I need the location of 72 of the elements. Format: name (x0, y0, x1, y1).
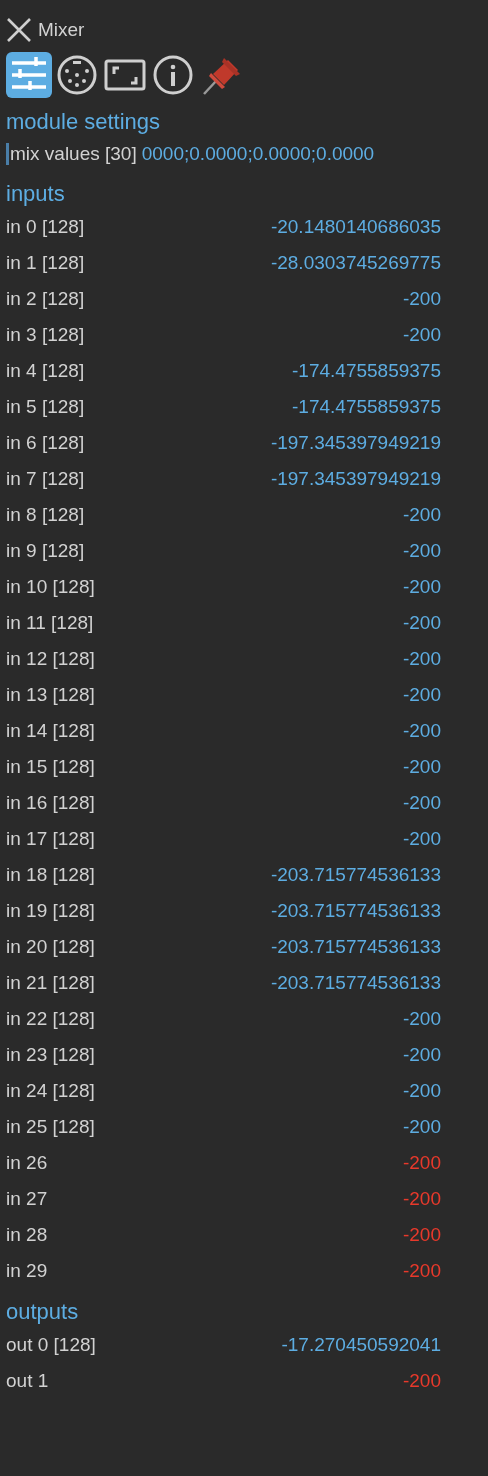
parameter-label: in 18 [128] (6, 864, 95, 886)
section-heading: outputs (6, 1298, 80, 1326)
sliders-icon[interactable] (6, 52, 52, 98)
parameter-label: in 27 (6, 1188, 48, 1210)
parameter-label: in 12 [128] (6, 648, 95, 670)
parameter-label: out 0 [128] (6, 1334, 96, 1356)
parameter-label: in 25 [128] (6, 1116, 95, 1138)
parameter-label: in 28 (6, 1224, 48, 1246)
parameter-label: in 16 [128] (6, 792, 95, 814)
parameter-value: -197.345397949219 (270, 432, 441, 454)
parameter-label: in 13 [128] (6, 684, 95, 706)
parameter-label: in 17 [128] (6, 828, 95, 850)
parameter-label: in 11 [128] (6, 612, 94, 634)
parameter-label: in 22 [128] (6, 1008, 95, 1030)
parameter-label: in 29 (6, 1260, 48, 1282)
parameter-value: -200 (402, 1188, 441, 1210)
parameter-label: in 19 [128] (6, 900, 95, 922)
parameter-value: -20.1480140686035 (270, 216, 441, 238)
parameter-label: in 23 [128] (6, 1044, 95, 1066)
parameter-value: -203.715774536133 (270, 864, 441, 886)
parameter-label: in 4 [128] (6, 360, 85, 382)
parameter-label: in 26 (6, 1152, 48, 1174)
parameter-value: -200 (402, 288, 441, 310)
parameter-value: -200 (402, 648, 441, 670)
parameter-value: -200 (402, 612, 441, 634)
parameter-value: -200 (402, 1224, 441, 1246)
parameter-label: in 1 [128] (6, 252, 85, 274)
parameter-label: in 9 [128] (6, 540, 85, 562)
parameter-label: in 14 [128] (6, 720, 95, 742)
parameter-value: -200 (402, 720, 441, 742)
parameter-value: -28.0303745269775 (270, 252, 441, 274)
parameter-value: -200 (402, 828, 441, 850)
parameter-label: in 15 [128] (6, 756, 95, 778)
parameter-value: -200 (402, 540, 441, 562)
parameter-label: in 10 [128] (6, 576, 95, 598)
parameter-label: in 8 [128] (6, 504, 85, 526)
parameter-value: -197.345397949219 (270, 468, 441, 490)
parameter-value: -200 (402, 1008, 441, 1030)
parameter-value: -200 (402, 504, 441, 526)
parameter-value: -200 (402, 324, 441, 346)
parameter-value: -200 (402, 1080, 441, 1102)
parameter-value: -203.715774536133 (270, 900, 441, 922)
parameter-label: mix values [30] (10, 143, 137, 165)
section-heading: module settings (6, 108, 162, 136)
parameter-value: -200 (402, 1044, 441, 1066)
parameter-value: -200 (402, 756, 441, 778)
parameter-value: -203.715774536133 (270, 972, 441, 994)
parameter-label: in 20 [128] (6, 936, 95, 958)
parameter-value: -200 (402, 576, 441, 598)
parameter-value: -17.270450592041 (281, 1334, 441, 1356)
parameter-value: -174.4755859375 (292, 396, 441, 418)
value-field[interactable]: 0000;0.0000;0.0000;0.0000 (141, 143, 375, 165)
parameter-value: -200 (402, 792, 441, 814)
parameter-label: in 6 [128] (6, 432, 85, 454)
parameter-label: in 5 [128] (6, 396, 85, 418)
parameter-label: in 2 [128] (6, 288, 85, 310)
parameter-label: in 3 [128] (6, 324, 85, 346)
parameter-label: in 7 [128] (6, 468, 85, 490)
parameter-value: -200 (402, 1370, 441, 1392)
close-icon[interactable] (6, 17, 32, 43)
parameter-value: -200 (402, 684, 441, 706)
parameter-label: in 24 [128] (6, 1080, 95, 1102)
parameter-value: -200 (402, 1260, 441, 1282)
parameter-value: -203.715774536133 (270, 936, 441, 958)
section-heading: inputs (6, 180, 66, 208)
parameter-value: -200 (402, 1116, 441, 1138)
parameter-label: in 21 [128] (6, 972, 95, 994)
parameter-label: in 0 [128] (6, 216, 85, 238)
parameter-label: out 1 (6, 1370, 49, 1392)
parameter-value: -174.4755859375 (292, 360, 441, 382)
parameter-value: -200 (402, 1152, 441, 1174)
window-title: Mixer (38, 19, 85, 41)
